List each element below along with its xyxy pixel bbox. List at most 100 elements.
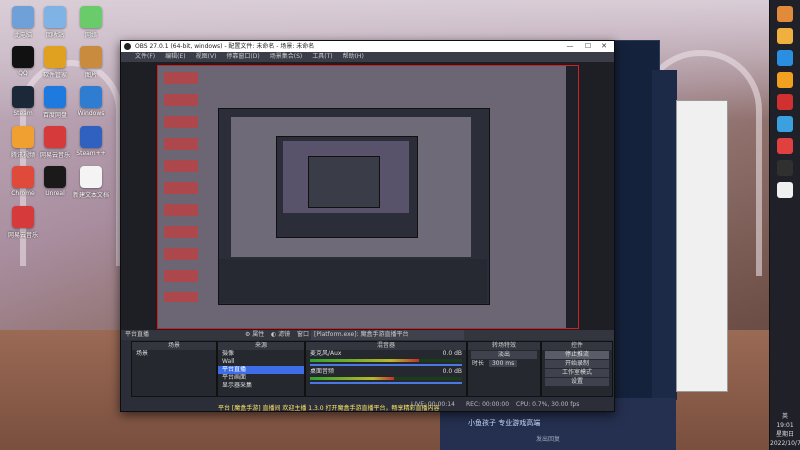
maximize-button[interactable]: ☐ — [580, 41, 596, 52]
input-language[interactable]: 英 — [770, 412, 800, 421]
source-name: 平台直播 — [125, 331, 150, 338]
nested-docks — [219, 259, 487, 303]
taskbar-app-icon[interactable] — [777, 50, 793, 66]
taskbar-app-icon[interactable] — [777, 72, 793, 88]
volume-meter — [310, 377, 462, 380]
window-label: 窗口 — [297, 331, 310, 338]
desktop-icon[interactable]: Steam++ — [72, 126, 110, 157]
menu-help[interactable]: 帮助(H) — [343, 52, 364, 62]
desktop-icon-label: 网络 — [84, 32, 97, 39]
menu-view[interactable]: 视图(V) — [196, 52, 217, 62]
obs-preview[interactable] — [121, 62, 614, 330]
duration-row: 时长 300 ms — [468, 360, 540, 368]
mixer-title: 混音器 — [306, 342, 466, 350]
transition-select[interactable]: 淡出 — [471, 351, 537, 359]
taskbar-app-icon[interactable] — [777, 28, 793, 44]
taskbar-app-icon[interactable] — [777, 116, 793, 132]
volume-slider[interactable] — [310, 382, 462, 384]
controls-dock: 控件 停止推流 开始录制 工作室模式 设置 — [541, 341, 613, 397]
source-item[interactable]: 摄像 — [218, 350, 304, 358]
properties-button[interactable]: ⚙ 属性 — [245, 330, 264, 340]
transitions-dock: 转场特效 淡出 时长 300 ms — [467, 341, 541, 397]
close-button[interactable]: ✕ — [596, 41, 612, 52]
sources-dock: 来源 摄像 Wall 平台直播 平台画面 显示器采集 — [217, 341, 305, 397]
taskbar-app-icon[interactable] — [777, 138, 793, 154]
track-db: 0.0 dB — [442, 368, 462, 375]
source-toolbar: 平台直播 ⚙ 属性 ◐ 滤镜 窗口 [Platform.exe]: 魔盒手游直播… — [121, 330, 614, 340]
source-item[interactable]: 显示器采集 — [218, 382, 304, 390]
scenes-title: 场景 — [132, 342, 216, 350]
desktop-icon[interactable]: Unreal — [36, 166, 74, 197]
obs-menubar: 文件(F) 编辑(E) 视图(V) 停靠窗口(D) 场景集合(S) 工具(T) … — [121, 52, 614, 62]
nested-desktop-icons — [164, 72, 198, 302]
background-app-window[interactable] — [676, 100, 728, 392]
scenes-dock: 场景 场景 — [131, 341, 217, 397]
duration-input[interactable]: 300 ms — [488, 360, 518, 367]
desktop-icon-label: Steam++ — [76, 150, 106, 157]
settings-button[interactable]: 设置 — [545, 378, 609, 386]
studio-mode-button[interactable]: 工作室模式 — [545, 369, 609, 377]
taskbar-icons — [770, 6, 800, 198]
menu-scene-collection[interactable]: 场景集合(S) — [270, 52, 303, 62]
source-item[interactable]: Wall — [218, 358, 304, 366]
obs-title: OBS 27.0.1 (64-bit, windows) - 配置文件: 未命名… — [135, 43, 315, 50]
background-app-window[interactable] — [652, 70, 677, 400]
track-label: 桌面音频 — [310, 368, 335, 375]
desktop-icon[interactable]: 网易云音乐 — [4, 206, 42, 239]
menu-docks[interactable]: 停靠窗口(D) — [226, 52, 259, 62]
filters-button[interactable]: ◐ 滤镜 — [271, 330, 290, 340]
app-icon — [80, 86, 102, 108]
taskbar-app-icon[interactable] — [777, 6, 793, 22]
scene-item[interactable]: 场景 — [132, 350, 216, 358]
menu-file[interactable]: 文件(F) — [135, 52, 155, 62]
minimize-button[interactable]: — — [562, 41, 578, 52]
track-label: 麦克风/Aux — [310, 350, 342, 357]
start-recording-button[interactable]: 开始录制 — [545, 360, 609, 368]
chat-send-button[interactable]: 发出回复 — [536, 434, 560, 443]
taskbar-app-icon[interactable] — [777, 160, 793, 176]
stop-streaming-button[interactable]: 停止推流 — [545, 351, 609, 359]
clock-time[interactable]: 19:01 — [770, 421, 800, 430]
menu-edit[interactable]: 编辑(E) — [165, 52, 185, 62]
app-icon — [12, 46, 34, 68]
duration-label: 时长 — [472, 360, 485, 367]
app-icon — [80, 166, 102, 188]
obs-docks: 平台直播 ⚙ 属性 ◐ 滤镜 窗口 [Platform.exe]: 魔盒手游直播… — [121, 330, 614, 397]
menu-tools[interactable]: 工具(T) — [312, 52, 332, 62]
source-item[interactable]: 平台直播 — [218, 366, 304, 374]
app-icon — [12, 6, 34, 28]
obs-logo-icon — [124, 43, 131, 50]
taskbar-app-icon[interactable] — [777, 182, 793, 198]
transitions-title: 转场特效 — [468, 342, 540, 350]
preview-canvas[interactable] — [157, 65, 579, 329]
app-icon — [44, 86, 66, 108]
desktop-icon[interactable]: 图片 — [72, 46, 110, 79]
desktop-icon[interactable]: 新建文本文档 — [72, 166, 110, 199]
meter-fill — [310, 377, 394, 380]
obs-titlebar[interactable]: OBS 27.0.1 (64-bit, windows) - 配置文件: 未命名… — [121, 41, 614, 52]
desktop-icon[interactable]: 网络 — [72, 6, 110, 39]
system-tray: 英 19:01 星期日 2022/10/7 — [770, 412, 800, 448]
obs-window[interactable]: OBS 27.0.1 (64-bit, windows) - 配置文件: 未命名… — [120, 40, 615, 412]
desktop-icon[interactable]: 网易云音乐 — [36, 126, 74, 159]
cpu-fps: CPU: 0.7%, 30.00 fps — [516, 401, 580, 408]
app-icon — [44, 46, 66, 68]
desktop-icon[interactable]: 回收站 — [36, 6, 74, 39]
desktop-icon[interactable]: 百度网盘 — [36, 86, 74, 119]
taskbar: 英 19:01 星期日 2022/10/7 — [769, 0, 800, 450]
window-select[interactable]: [Platform.exe]: 魔盒手游直播平台 — [311, 330, 464, 340]
danmaku-overlay: 平台 [魔盒手游] 直播间 欢迎主播 1.3.0 打开魔盒手游直播平台，畅享精彩… — [218, 405, 440, 412]
app-icon — [80, 126, 102, 148]
chat-message: 小鱼孩子 专业游戏高端 — [468, 419, 541, 427]
desktop-icon-label: 图片 — [84, 72, 97, 79]
desktop-icon-label: 网易云音乐 — [39, 152, 70, 159]
app-icon — [44, 6, 66, 28]
taskbar-app-icon[interactable] — [777, 94, 793, 110]
source-item[interactable]: 平台画面 — [218, 374, 304, 382]
volume-meter — [310, 359, 462, 362]
desktop-icon[interactable]: 软件管家 — [36, 46, 74, 79]
app-icon — [12, 206, 34, 228]
volume-slider[interactable] — [310, 364, 462, 366]
desktop-icon-label: 新建文本文档 — [72, 192, 109, 199]
desktop-icon[interactable]: Windows — [72, 86, 110, 117]
